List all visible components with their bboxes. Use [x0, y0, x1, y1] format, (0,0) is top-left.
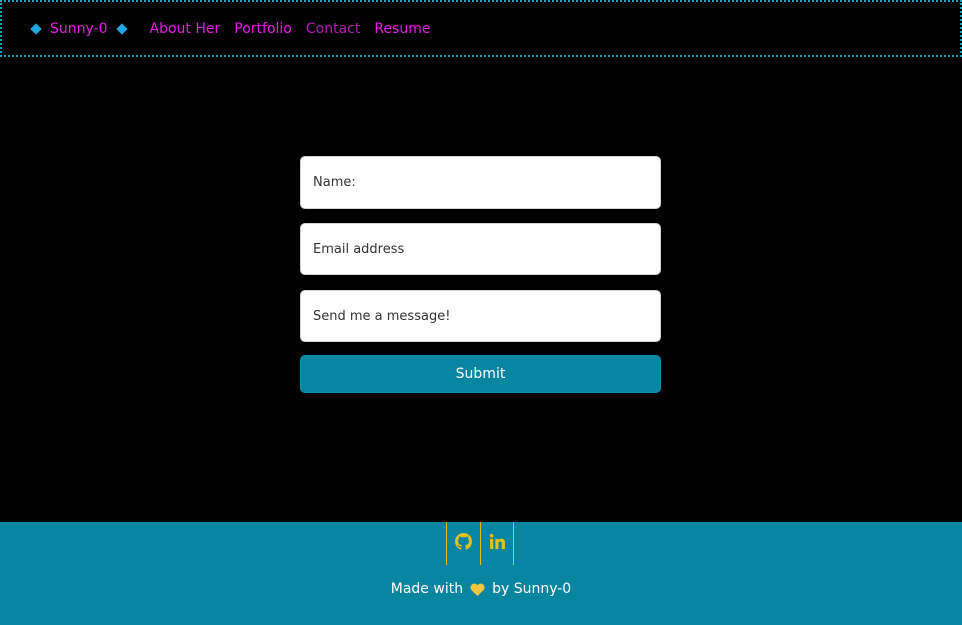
github-icon [455, 533, 472, 554]
email-field[interactable]: Email address [300, 223, 661, 275]
linkedin-link[interactable] [480, 522, 514, 565]
linkedin-icon [489, 533, 506, 554]
nav-link-resume[interactable]: Resume [374, 21, 430, 37]
submit-button[interactable]: Submit [300, 355, 661, 393]
name-placeholder: Name: [313, 175, 356, 190]
made-with-text: Made with [390, 581, 464, 597]
heart-icon [470, 583, 485, 596]
brand-name: Sunny-0 [50, 20, 108, 37]
navbar: Sunny-0 About Her Portfolio Contact Resu… [0, 0, 962, 57]
diamond-left-icon [30, 22, 42, 35]
by-text: by Sunny-0 [492, 581, 572, 597]
nav-link-contact[interactable]: Contact [306, 21, 360, 37]
brand[interactable]: Sunny-0 [26, 21, 132, 37]
footer-credit: Made with by Sunny-0 [0, 581, 962, 597]
nav-link-about-her[interactable]: About Her [150, 21, 221, 37]
contact-form: Name: Email address Send me a message! S… [300, 156, 661, 393]
github-link[interactable] [446, 522, 480, 565]
social-links [446, 522, 514, 565]
nav-links: About Her Portfolio Contact Resume [150, 21, 445, 37]
message-placeholder: Send me a message! [313, 308, 451, 324]
nav-link-portfolio[interactable]: Portfolio [234, 21, 292, 37]
email-placeholder: Email address [313, 241, 405, 257]
footer: Made with by Sunny-0 [0, 522, 962, 625]
name-field[interactable]: Name: [300, 156, 661, 209]
message-field[interactable]: Send me a message! [300, 290, 661, 342]
diamond-right-icon [115, 22, 128, 35]
page: Sunny-0 About Her Portfolio Contact Resu… [0, 0, 962, 625]
